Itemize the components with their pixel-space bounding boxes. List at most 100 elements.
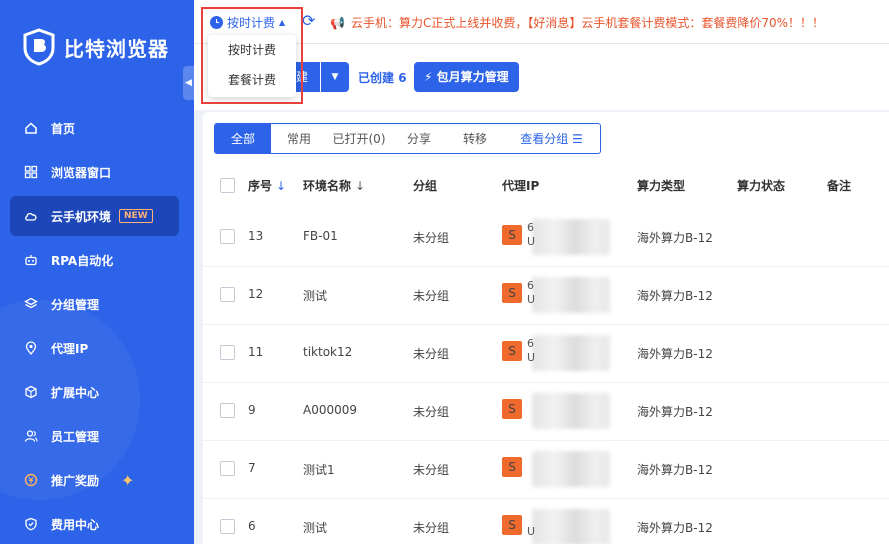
sidebar-collapse-button[interactable]: ◀ [183,66,194,100]
table-row[interactable]: 13 FB-01 未分组 S 6 U 海外算力B-12 [203,209,889,267]
row-power-type: 海外算力B-12 [637,521,713,535]
select-all-checkbox[interactable] [220,178,235,193]
sidebar: 比特浏览器 首页浏览器窗口 云手机环境 NEW RPA自动化分组管理 代理IP 扩展中心员… [0,0,194,544]
row-seq: 9 [248,403,256,417]
table-row[interactable]: 6 测试 未分组 S U 海外算力B-12 [203,499,889,544]
app-name: 比特浏览器 [64,36,169,61]
create-dropdown-button[interactable]: ▼ [321,62,349,92]
caret-up-icon: ▲ [279,18,286,27]
tab-5[interactable]: 查看分组 ☰ [503,124,600,153]
redacted-ip [532,335,610,371]
monthly-power-label: 包月算力管理 [436,70,509,84]
redacted-ip [532,277,610,313]
sidebar-item-label: 推广奖励 [51,473,100,488]
coin-icon [24,473,38,487]
notice-banner[interactable]: 📢 云手机：算力C正式上线并收费，【好消息】云手机套餐计费模式：套餐费降价70%… [330,14,824,31]
table-row[interactable]: 12 测试 未分组 S 6 U 海外算力B-12 [203,267,889,325]
cloud-icon [24,209,38,223]
monthly-power-button[interactable]: ⚡ 包月算力管理 [414,62,519,92]
top-bar: 按时计费 ▲ ⟳ 📢 云手机：算力C正式上线并收费，【好消息】云手机套餐计费模式… [194,0,889,44]
sidebar-item-7[interactable]: 员工管理 [10,416,179,456]
proxy-type-badge: S [502,399,522,419]
billing-mode-label: 按时计费 [227,16,276,30]
tab-3[interactable]: 分享 [391,124,447,153]
sidebar-item-0[interactable]: 首页 [10,108,179,148]
proxy-type-badge: S [502,341,522,361]
row-checkbox[interactable] [220,519,235,534]
tab-4[interactable]: 转移 [447,124,503,153]
sidebar-item-label: 首页 [51,121,76,136]
sidebar-item-2[interactable]: 云手机环境 NEW [10,196,179,236]
lightning-icon: ⚡ [424,70,433,84]
row-checkbox[interactable] [220,461,235,476]
table-row[interactable]: 11 tiktok12 未分组 S 6 U 海外算力B-12 [203,325,889,383]
row-name[interactable]: tiktok12 [303,345,352,359]
row-checkbox[interactable] [220,229,235,244]
dropdown-option-package[interactable]: 套餐计费 [208,65,296,95]
layers-icon [24,297,38,311]
row-checkbox[interactable] [220,403,235,418]
redacted-ip [532,451,610,487]
table-header: 序号 ↓ 环境名称 ↓ 分组 代理IP 算力类型 算力状态 备注 [203,166,889,204]
proxy-type-badge: S [502,225,522,245]
megaphone-icon: 📢 [330,15,345,30]
row-name[interactable]: 测试1 [303,461,335,478]
sidebar-item-8[interactable]: 推广奖励 ✦ [10,460,179,500]
sidebar-item-4[interactable]: 分组管理 [10,284,179,324]
row-name[interactable]: 测试 [303,519,327,536]
row-seq: 7 [248,461,256,475]
sidebar-item-6[interactable]: 扩展中心 [10,372,179,412]
cube-icon [24,385,38,399]
sidebar-item-label: 员工管理 [51,429,100,444]
created-number: 6 [398,71,407,85]
grid-icon [24,165,38,179]
redacted-ip [532,393,610,429]
billing-mode-dropdown: 按时计费 套餐计费 [208,35,296,97]
row-power-type: 海外算力B-12 [637,405,713,419]
redacted-ip [532,509,610,544]
toolbar: 建 ▼ 已创建 6 ⚡ 包月算力管理 [194,44,889,110]
content-panel: 全部 常用 已打开(0) 分享 转移 查看分组 ☰ 序号 ↓ 环境名称 ↓ 分组 代理IP 算… [203,112,889,544]
row-name[interactable]: A000009 [303,403,357,417]
header-power-status: 算力状态 [737,179,786,193]
tab-2[interactable]: 已打开(0) [327,124,391,153]
header-name[interactable]: 环境名称 ↓ [303,177,365,194]
redacted-ip [532,219,610,255]
row-name[interactable]: FB-01 [303,229,338,243]
table-row[interactable]: 9 A000009 未分组 S 海外算力B-12 [203,383,889,441]
sort-arrow-icon: ↓ [276,179,287,193]
users-icon [24,429,38,443]
row-checkbox[interactable] [220,345,235,360]
clock-icon [210,16,223,29]
billing-mode-select[interactable]: 按时计费 ▲ [210,14,285,31]
sidebar-item-5[interactable]: 代理IP [10,328,179,368]
refresh-icon[interactable]: ⟳ [302,12,320,30]
sidebar-item-label: 扩展中心 [51,385,100,400]
ip-fragment: U [527,525,536,538]
tab-0[interactable]: 全部 [215,124,271,153]
row-group: 未分组 [413,289,450,303]
app-logo[interactable]: 比特浏览器 [22,28,169,66]
row-seq: 11 [248,345,264,359]
row-seq: 12 [248,287,264,301]
table-row[interactable]: 7 测试1 未分组 S 海外算力B-12 [203,441,889,499]
tab-1[interactable]: 常用 [271,124,327,153]
dropdown-option-hourly[interactable]: 按时计费 [208,35,296,65]
logo-icon [23,28,55,66]
proxy-type-badge: S [502,457,522,477]
sidebar-item-3[interactable]: RPA自动化 [10,240,179,280]
created-count: 已创建 6 [358,69,407,86]
row-group: 未分组 [413,405,450,419]
sidebar-item-label: RPA自动化 [51,253,114,268]
sidebar-item-1[interactable]: 浏览器窗口 [10,152,179,192]
row-name[interactable]: 测试 [303,287,327,304]
row-checkbox[interactable] [220,287,235,302]
header-note: 备注 [827,179,852,193]
header-seq[interactable]: 序号 ↓ [248,177,286,194]
header-proxy: 代理IP [502,179,540,193]
notice-text: 云手机：算力C正式上线并收费，【好消息】云手机套餐计费模式：套餐费降价70%！！… [350,16,825,30]
ip-fragment: 6U [527,221,536,248]
sidebar-item-9[interactable]: 费用中心 [10,504,179,544]
row-power-type: 海外算力B-12 [637,463,713,477]
row-power-type: 海外算力B-12 [637,347,713,361]
